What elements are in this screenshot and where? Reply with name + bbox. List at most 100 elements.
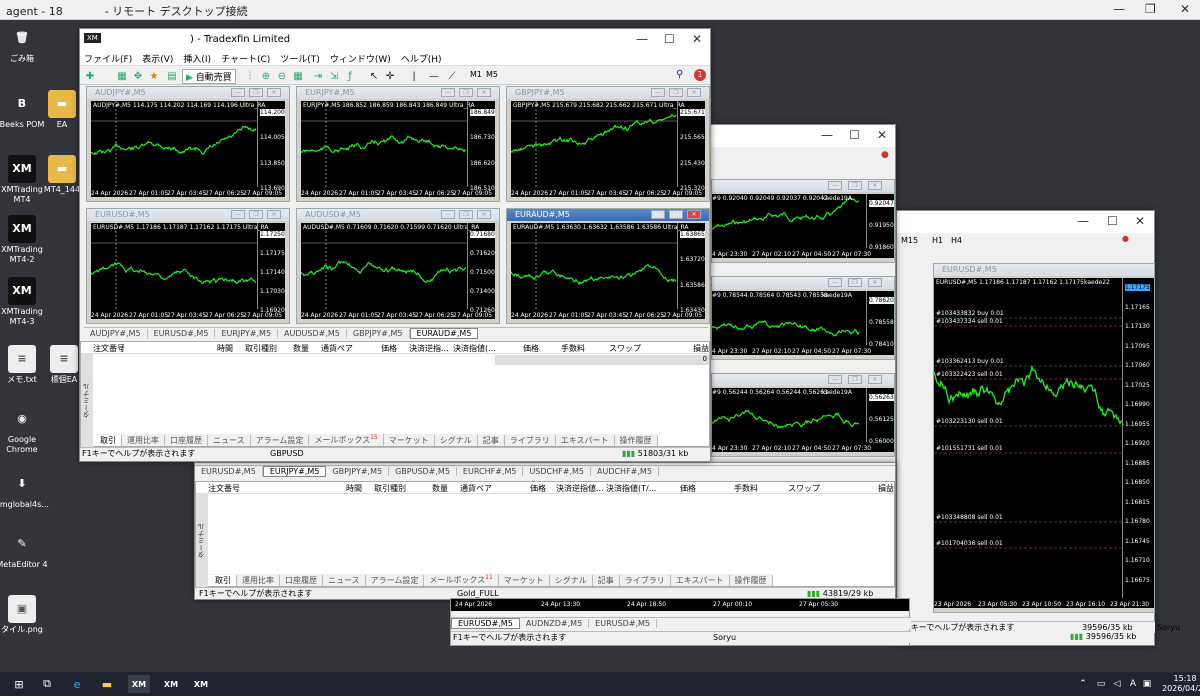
terminal-tab[interactable]: 取引 (95, 434, 122, 446)
column-header[interactable]: 決済逆指値... (556, 483, 604, 494)
terminal-tab[interactable]: エキスパート (556, 434, 615, 446)
chart-minimize-icon[interactable]: — (231, 210, 245, 219)
column-header[interactable]: スワップ (788, 483, 820, 494)
terminal-tab[interactable]: マーケット (499, 574, 550, 586)
shift-icon[interactable]: ⇲ (328, 70, 340, 82)
column-header[interactable]: 決済指値(... (453, 343, 496, 354)
terminal-tab[interactable]: ライブラリ (505, 434, 556, 446)
chart-tab[interactable]: EURAUD#,M5 (409, 328, 479, 339)
chart-plot[interactable]: EURUSD#,M5 1.17186 1.17187 1.17162 1.171… (934, 278, 1154, 608)
column-header[interactable]: / (121, 343, 124, 352)
chart-tab[interactable]: EURCHF#,M5 (457, 467, 524, 476)
terminal-tab[interactable]: エキスパート (671, 574, 730, 586)
autoscroll-icon[interactable]: ⇥ (312, 70, 324, 82)
tf-m1[interactable]: M1 (470, 70, 482, 79)
chart-restore-icon[interactable]: ❐ (669, 210, 683, 219)
chart-plot[interactable]: GBPJPY#,M5 215.679 215.682 215.662 215.6… (511, 101, 705, 197)
mt4-window-3[interactable]: — ☐ ✕ M15 H1 H4 ● EURUSD#,M5 EURUSD#,M5 … (896, 210, 1180, 646)
column-header[interactable]: 損益 (693, 343, 709, 354)
crosshair-icon[interactable]: ✛ (384, 70, 396, 82)
chart-tab[interactable]: USDCHF#,M5 (523, 467, 591, 476)
maximize-icon[interactable]: ☐ (849, 128, 860, 142)
chart-plot[interactable]: AUDJPY#,M5 114.175 114.202 114.169 114.1… (91, 101, 285, 197)
chart-close-icon[interactable]: ✕ (477, 88, 491, 97)
terminal-tab[interactable]: 口座履歴 (280, 574, 323, 586)
chart-restore-icon[interactable]: ❐ (848, 375, 862, 384)
tf-m5[interactable]: M5 (486, 70, 498, 79)
hline-icon[interactable]: — (428, 70, 440, 82)
chart-tab[interactable]: AUDCHF#,M5 (591, 467, 659, 476)
alert-icon[interactable]: ● (881, 150, 889, 160)
menu-item[interactable]: チャート(C) (221, 52, 270, 65)
column-header[interactable]: 手数料 (561, 343, 585, 354)
column-header[interactable]: 数量 (293, 343, 309, 354)
chart-restore-icon[interactable]: ❐ (848, 278, 862, 287)
terminal-tab[interactable]: 運用比率 (122, 434, 165, 446)
column-header[interactable]: 通貨ペア (321, 343, 353, 354)
chart-eurusd-big[interactable]: EURUSD#,M5 EURUSD#,M5 1.17186 1.17187 1.… (933, 263, 1155, 613)
chart-restore-icon[interactable]: ❐ (459, 88, 473, 97)
chart-tab[interactable]: EURUSD#,M5 (589, 619, 657, 628)
terminal-tab[interactable]: シグナル (435, 434, 478, 446)
chart-plot[interactable]: #9 0.56244 0.56264 0.56244 0.56263 kaede1… (712, 388, 894, 452)
column-header[interactable]: 価格 (530, 483, 546, 494)
chart-plot[interactable]: AUDUSD#,M5 0.71609 0.71620 0.71599 0.716… (301, 223, 495, 319)
autotrade-button[interactable]: ▶ 自動売買 (182, 69, 236, 84)
start-icon[interactable]: ⊞ (8, 675, 30, 693)
chart-window[interactable]: EURUSD#,M5— ❐ ✕ EURUSD#,M5 1.17186 1.17187 … (86, 208, 290, 324)
chart-minimize-icon[interactable]: — (828, 375, 842, 384)
chart-close-icon[interactable]: ✕ (868, 278, 882, 287)
chart-tab[interactable]: GBPJPY#,M5 (347, 329, 410, 338)
column-header[interactable]: 注文番号 (208, 483, 240, 494)
terminal-tab[interactable]: メールボックス11 (424, 574, 499, 586)
column-header[interactable]: 取引種別 (374, 483, 406, 494)
close-icon[interactable]: ✕ (877, 128, 887, 142)
column-header[interactable]: 価格 (680, 483, 696, 494)
close-icon[interactable]: ✕ (1135, 214, 1145, 228)
chart-tab[interactable]: GBPUSD#,M5 (389, 467, 457, 476)
terminal-tab[interactable]: アラーム設定 (366, 574, 425, 586)
chart-restore-icon[interactable]: ❐ (249, 210, 263, 219)
chart-tab[interactable]: EURUSD#,M5 (451, 618, 520, 629)
chart-minimize-icon[interactable]: — (828, 278, 842, 287)
column-header[interactable]: 手数料 (734, 483, 758, 494)
chart-plot[interactable]: EURUSD#,M5 1.17186 1.17187 1.17162 1.171… (91, 223, 285, 319)
desktop-icon[interactable]: XM XMTrading MT4-3 (0, 277, 52, 327)
alert-icon[interactable]: ● (1122, 234, 1129, 243)
chart-plot[interactable]: #9 0.78544 0.78564 0.78543 0.78558 kaede1… (712, 291, 894, 355)
column-header[interactable]: 取引種別 (245, 343, 277, 354)
terminal-tab[interactable]: ライブラリ (620, 574, 671, 586)
chart-window[interactable]: AUDUSD#,M5— ❐ ✕ AUDUSD#,M5 0.71609 0.71620 … (296, 208, 500, 324)
chart-window[interactable]: EURAUD#,M5— ❐ ✕ EURAUD#,M5 1.63630 1.63632 … (506, 208, 710, 324)
menu-item[interactable]: ウィンドウ(W) (330, 52, 391, 65)
close-icon[interactable]: ✕ (1180, 2, 1190, 16)
zoom-out-icon[interactable]: ⊖ (276, 70, 288, 82)
desktop-icon[interactable]: ◉ Google Chrome (0, 405, 52, 455)
chart-close-icon[interactable]: ✕ (267, 210, 281, 219)
desktop-icon[interactable]: ⬇ xmglobal4s... (0, 470, 52, 510)
trendline-icon[interactable]: ⟋ (446, 70, 458, 82)
desktop-icon[interactable]: ▣ タイル.png (0, 595, 52, 635)
chart-plot[interactable]: #9 0.92040 0.92049 0.92037 0.92047 kaede1… (712, 194, 894, 258)
maximize-icon[interactable]: ☐ (664, 32, 675, 46)
chart-plot[interactable]: EURJPY#,M5 186.852 186.859 186.843 186.8… (301, 101, 495, 197)
column-header[interactable]: 時間 (217, 343, 233, 354)
desktop-icon[interactable]: ✎ MetaEditor 4 (0, 530, 52, 570)
chart-tab[interactable]: GBPJPY#,M5 (326, 467, 390, 476)
terminal-tab[interactable]: 取引 (210, 574, 237, 586)
desktop-icon[interactable]: XM XMTrading MT4-2 (0, 215, 52, 265)
terminal-tab[interactable]: 記事 (593, 574, 620, 586)
navigator-icon[interactable]: ✥ (132, 70, 144, 82)
chart-close-icon[interactable]: ✕ (267, 88, 281, 97)
chart-close-icon[interactable]: ✕ (477, 210, 491, 219)
chart-minimize-icon[interactable]: — (441, 88, 455, 97)
desktop-icon[interactable]: 🗑 ごみ箱 (0, 24, 52, 64)
terminal-tab[interactable]: シグナル (550, 574, 593, 586)
chart-tab[interactable]: EURUSD#,M5 (195, 467, 263, 476)
minimize-icon[interactable]: — (1113, 2, 1125, 16)
new-order-icon[interactable]: ✚ (84, 70, 96, 82)
terminal-tab[interactable]: 操作履歴 (730, 574, 773, 586)
task-view-icon[interactable]: ⧉ (36, 675, 58, 693)
close-icon[interactable]: ✕ (692, 32, 702, 46)
column-header[interactable]: 決済逆指... (409, 343, 449, 354)
